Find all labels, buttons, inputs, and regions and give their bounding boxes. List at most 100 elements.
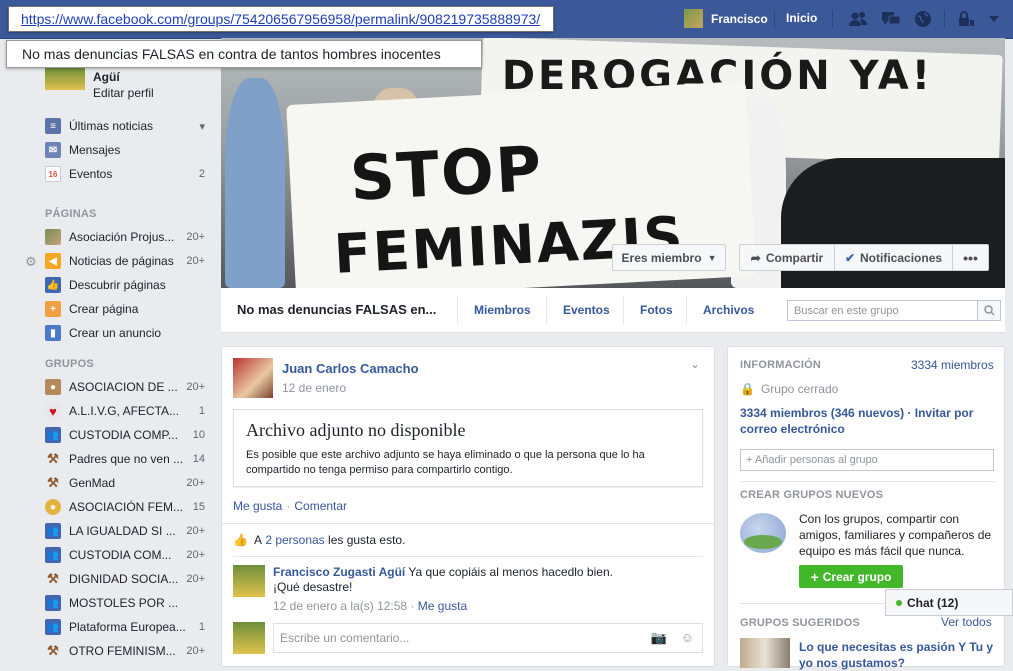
sidebar-item-count: 20+ [186,381,205,393]
sidebar-item-group[interactable]: ⚒ OTRO FEMINISM... 20+ [45,641,205,661]
separator-dot: · [286,499,291,513]
sidebar-item-label: MOSTOLES POR ... [69,596,179,610]
chat-tab[interactable]: Chat (12) [885,589,1013,616]
sidebar-item-discover-pages[interactable]: 👍 Descubrir páginas [45,275,205,295]
members-count-link[interactable]: 3334 miembros [911,358,994,372]
comment-link[interactable]: Comentar [294,499,347,513]
messages-icon[interactable] [881,10,901,28]
sidebar-item-group[interactable]: 👥 CUSTODIA COMP... 10 [45,425,205,445]
sidebar-item-group[interactable]: ● ASOCIACIÓN FEM... 15 [45,497,205,517]
commenter-name[interactable]: Francisco Zugasti Agüí [273,565,405,579]
current-user-avatar [233,622,265,654]
news-feed-icon: ≡ [45,118,61,134]
likes-people-link[interactable]: 2 personas [265,533,324,547]
online-status-dot [896,599,902,606]
sidebar-item-group[interactable]: 👥 LA IGUALDAD SI ... 20+ [45,521,205,541]
camera-icon[interactable]: 📷 [651,630,667,646]
sidebar-item-count: 1 [198,621,205,633]
tab-events[interactable]: Eventos [546,296,629,324]
sidebar-item-group[interactable]: ⚒ GenMad 20+ [45,473,205,493]
sidebar-item-group[interactable]: ♥ A.L.I.V.G, AFECTA... 1 [45,401,205,421]
group-privacy-label: Grupo cerrado [760,382,839,396]
sidebar-item-group[interactable]: ⚒ DIGNIDAD SOCIA... 20+ [45,569,205,589]
tab-files[interactable]: Archivos [686,296,775,324]
sidebar-item-news-feed[interactable]: ≡ Últimas noticias ▾ [45,116,205,136]
friend-requests-icon[interactable] [848,10,868,28]
post-author-avatar[interactable] [233,358,273,398]
group-name[interactable]: No mas denuncias FALSAS en... [237,302,436,317]
sidebar-item-create-ad[interactable]: ▮ Crear un anuncio [45,323,205,343]
member-status-button[interactable]: Eres miembro ▼ [612,244,726,271]
home-link[interactable]: Inicio [786,11,817,25]
thumbs-up-icon: 👍 [233,533,248,547]
sidebar-item-create-page[interactable]: + Crear página [45,299,205,319]
link-url: https://www.facebook.com/groups/75420656… [21,11,541,27]
sidebar-item-count: 20+ [186,477,205,489]
divider [233,556,703,557]
edit-profile-link[interactable]: Editar perfil [93,86,154,100]
group-search-input[interactable]: Buscar en este grupo [787,300,1001,321]
sidebar-item-count: 2 [198,168,205,180]
see-all-link[interactable]: Ver todos [941,615,992,629]
notifications-button[interactable]: ✔ Notificaciones [834,244,953,271]
sidebar-item-messages[interactable]: ✉ Mensajes [45,140,205,160]
news-feed-options-chevron-icon[interactable]: ▾ [199,120,205,133]
comment-input-placeholder: Escribe un comentario... [280,631,410,645]
chat-label: Chat (12) [907,595,959,610]
comment-like-link[interactable]: Me gusta [418,599,467,613]
invite-by-email-link[interactable]: 3334 miembros (346 nuevos) · Invitar por… [740,405,996,437]
link-title-tooltip: No mas denuncias FALSAS en contra de tan… [6,40,482,68]
sidebar-item-group[interactable]: ⚒ Padres que no ven ... 14 [45,449,205,469]
sidebar-item-group[interactable]: 👥 Plataforma Europea... 1 [45,617,205,637]
add-people-input[interactable]: + Añadir personas al grupo [740,449,994,471]
topbar-user-name: Francisco [711,11,768,26]
post-author-name[interactable]: Juan Carlos Camacho [282,361,419,376]
cover-person [225,78,285,288]
left-sidebar: Agüí Editar perfil ≡ Últimas noticias ▾ … [0,38,214,667]
comment-input[interactable]: Escribe un comentario... 📷 ☺ [273,623,703,653]
suggested-group-name[interactable]: Lo que necesitas es pasión Y Tu y yo nos… [799,639,999,671]
emoji-icon[interactable]: ☺ [681,630,694,646]
sidebar-item-count: 20+ [186,231,205,243]
more-options-button[interactable]: ••• [952,244,989,271]
group-people-icon: 👥 [45,523,61,539]
share-button[interactable]: ➦ Compartir [739,244,835,271]
sidebar-item-pages-feed[interactable]: ◀ Noticias de páginas 20+ [45,251,205,271]
sidebar-item-page[interactable]: Asociación Projus... 20+ [45,227,205,247]
tab-members[interactable]: Miembros [457,296,554,324]
sidebar-item-count: 20+ [186,549,205,561]
create-group-illustration [740,513,786,553]
search-icon[interactable] [977,301,1000,320]
sidebar-item-label: Descubrir páginas [69,278,166,292]
account-menu-chevron-icon[interactable] [984,10,1004,28]
sidebar-item-group[interactable]: 👥 MOSTOLES POR ... [45,593,205,613]
sidebar-item-group[interactable]: ● ASOCIACION DE ... 20+ [45,377,205,397]
post-options-chevron-icon[interactable]: ⌄ [690,357,700,371]
suggested-group-thumbnail[interactable] [740,638,790,668]
post-timestamp[interactable]: 12 de enero [282,381,346,395]
gavel-icon: ⚒ [45,451,61,467]
privacy-lock-icon[interactable] [956,10,976,28]
gear-icon[interactable]: ⚙ [25,254,37,270]
group-people-icon: 👥 [45,595,61,611]
topbar-user-profile-link[interactable]: Francisco [684,9,768,28]
comment-input-tools: 📷 ☺ [651,630,694,646]
tab-photos[interactable]: Fotos [623,296,690,324]
sidebar-item-events[interactable]: 16 Eventos 2 [45,164,205,184]
sidebar-item-count: 20+ [186,255,205,267]
pages-section-heading: PÁGINAS [45,208,97,220]
create-group-button[interactable]: + Crear grupo [799,565,903,588]
comment-text-line1: Ya que copiáis al menos hacedlo bien. [408,565,613,579]
user-avatar [684,9,703,28]
sidebar-item-group[interactable]: 👥 CUSTODIA COM... 20+ [45,545,205,565]
commenter-avatar[interactable] [233,565,265,597]
profile-avatar[interactable] [45,68,85,90]
notifications-globe-icon[interactable] [913,10,933,28]
coin-icon: ● [45,499,61,515]
like-link[interactable]: Me gusta [233,499,282,513]
comment-timestamp[interactable]: 12 de enero a la(s) 12:58 [273,599,407,613]
gavel-icon: ⚒ [45,475,61,491]
share-arrow-icon: ➦ [750,250,761,265]
cover-banner-main-line1: STOP [348,131,545,215]
profile-name[interactable]: Agüí [93,70,120,84]
